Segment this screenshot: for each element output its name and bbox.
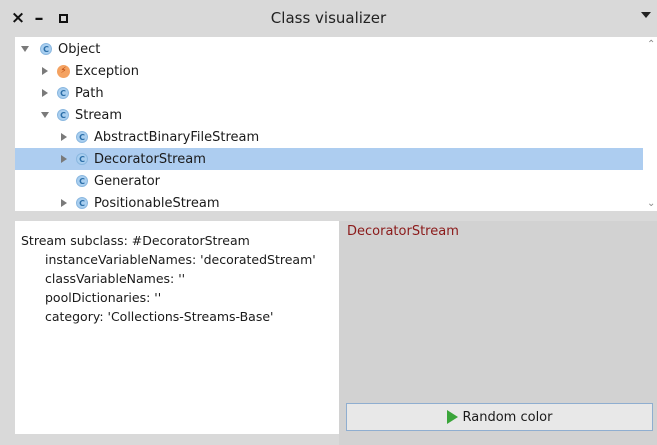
play-icon (446, 410, 458, 424)
random-color-button[interactable]: Random color (346, 403, 653, 431)
tree-label: Exception (75, 63, 139, 79)
tree-row-generator[interactable]: C Generator (15, 170, 643, 192)
exception-icon: ⚡ (57, 64, 70, 78)
scroll-up-icon[interactable]: ⌃ (647, 40, 655, 50)
tree-label: Stream (75, 107, 123, 123)
tree-row-stream[interactable]: C Stream (15, 104, 643, 126)
definition-line: instanceVariableNames: 'decoratedStream' (45, 252, 316, 267)
class-tree[interactable]: C Object ⚡ Exception C Path C Stream C A… (15, 37, 645, 211)
tree-row-path[interactable]: C Path (15, 82, 643, 104)
class-icon: C (57, 87, 69, 99)
collapsed-toggle-icon[interactable] (59, 198, 69, 208)
tree-row-exception[interactable]: ⚡ Exception (15, 60, 643, 82)
expanded-toggle-icon[interactable] (20, 44, 30, 54)
class-icon: C (76, 197, 88, 209)
tree-row-object[interactable]: C Object (15, 38, 643, 60)
class-icon: C (76, 175, 88, 187)
tree-label: PositionableStream (94, 195, 220, 211)
tree-label: Object (58, 41, 101, 57)
tree-row-decoratorstream[interactable]: C DecoratorStream (15, 148, 643, 170)
class-icon: C (57, 109, 69, 121)
expanded-toggle-icon[interactable] (40, 110, 50, 120)
tree-label: Path (75, 85, 104, 101)
definition-line: classVariableNames: '' (45, 271, 186, 286)
collapsed-toggle-icon[interactable] (40, 88, 50, 98)
definition-line: poolDictionaries: '' (45, 290, 162, 305)
tree-label: Generator (94, 173, 161, 189)
random-color-label: Random color (462, 409, 553, 425)
visualizer-pane: DecoratorStream Random color (339, 221, 657, 445)
tree-row-positionablestream[interactable]: C PositionableStream (15, 192, 643, 211)
window-menu-icon[interactable] (641, 12, 651, 18)
scroll-down-icon[interactable]: ⌄ (647, 199, 655, 209)
tree-row-abstractbinaryfilestream[interactable]: C AbstractBinaryFileStream (15, 126, 643, 148)
tree-scrollbar[interactable]: ⌃ ⌄ (645, 37, 657, 211)
class-icon: C (76, 131, 88, 143)
tree-label: AbstractBinaryFileStream (94, 129, 260, 145)
definition-line: Stream subclass: #DecoratorStream (21, 233, 250, 248)
class-icon: C (76, 153, 88, 165)
title-bar: × – Class visualizer (0, 0, 657, 37)
collapsed-toggle-icon[interactable] (40, 66, 50, 76)
tree-label: DecoratorStream (94, 151, 206, 167)
definition-line: category: 'Collections-Streams-Base' (45, 309, 274, 324)
window-title: Class visualizer (270, 9, 387, 27)
collapsed-toggle-icon[interactable] (59, 132, 69, 142)
collapsed-toggle-icon[interactable] (59, 154, 69, 164)
class-icon: C (40, 43, 52, 55)
class-definition-pane[interactable]: Stream subclass: #DecoratorStream instan… (15, 221, 339, 434)
selected-class-name: DecoratorStream (347, 224, 459, 239)
